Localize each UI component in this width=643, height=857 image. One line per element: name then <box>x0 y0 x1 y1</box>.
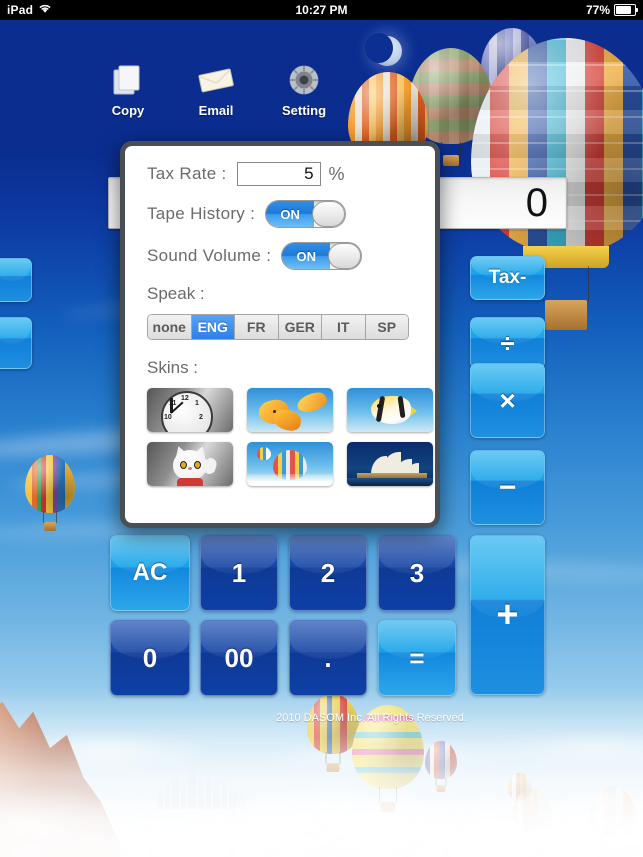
equals-button[interactable]: = <box>378 620 456 696</box>
digit-00-button[interactable]: 00 <box>200 620 278 696</box>
skins-grid: 12 11 10 1 2 <box>147 388 433 486</box>
hidden-left-button[interactable] <box>0 317 32 369</box>
skin-option-clock[interactable]: 12 11 10 1 2 <box>147 388 233 432</box>
battery-icon <box>614 4 638 16</box>
digit-1-button[interactable]: 1 <box>200 535 278 611</box>
digit-3-button[interactable]: 3 <box>378 535 456 611</box>
toolbar-item-label: Email <box>198 103 234 118</box>
battery-percent-label: 77% <box>585 3 610 17</box>
tape-history-toggle[interactable]: ON <box>265 200 347 228</box>
toolbar-item-copy[interactable]: Copy <box>100 60 156 118</box>
tax-rate-input[interactable]: 5 <box>236 162 321 186</box>
sound-volume-toggle-state: ON <box>282 243 331 269</box>
equals-label: = <box>409 642 425 673</box>
envelope-icon <box>196 60 236 100</box>
plus-label: + <box>496 593 519 636</box>
speak-label: Speak : <box>147 284 205 303</box>
tape-history-label: Tape History : <box>147 204 256 223</box>
display-value: 0 <box>525 180 548 225</box>
tax-rate-label: Tax Rate : <box>147 164 227 183</box>
status-bar-right: 77% <box>585 0 638 20</box>
settings-panel: Tax Rate : 5 % Tape History : ON Sound V… <box>120 141 440 528</box>
toolbar-item-setting[interactable]: Setting <box>276 60 332 118</box>
tax-rate-unit: % <box>328 163 345 184</box>
ipad-calculator-screen: iPad 10:27 PM 77% Copy Email Setting 0 T… <box>0 0 643 857</box>
tax-minus-button[interactable]: Tax- <box>470 256 545 300</box>
sound-volume-toggle[interactable]: ON <box>281 242 363 270</box>
balloon-graphic <box>25 455 75 531</box>
skin-option-fish[interactable] <box>347 388 433 432</box>
speak-option-ger[interactable]: GER <box>278 315 322 339</box>
divide-button[interactable]: ÷ <box>470 317 545 369</box>
skin-option-opera-house[interactable] <box>347 442 433 486</box>
tape-history-row: Tape History : ON <box>147 200 413 228</box>
moon-graphic <box>365 33 402 66</box>
multiply-button[interactable]: × <box>470 363 545 438</box>
divide-label: ÷ <box>500 327 515 358</box>
digit-00-label: 00 <box>224 642 254 673</box>
speak-option-eng[interactable]: ENG <box>191 315 235 339</box>
footer-copyright: 2010 DASOM Inc. All Rights Reserved. <box>0 712 643 724</box>
speak-option-it[interactable]: IT <box>322 315 366 339</box>
sound-volume-label: Sound Volume : <box>147 246 272 265</box>
digit-2-label: 2 <box>320 557 336 588</box>
status-bar-clock: 10:27 PM <box>0 0 643 20</box>
digit-2-button[interactable]: 2 <box>289 535 367 611</box>
speak-option-sp[interactable]: SP <box>365 315 408 339</box>
minus-button[interactable]: − <box>470 450 545 525</box>
toggle-knob <box>328 243 362 269</box>
speak-option-fr[interactable]: FR <box>235 315 279 339</box>
tax-rate-row: Tax Rate : 5 % <box>147 162 413 186</box>
toggle-knob <box>312 201 346 227</box>
hidden-left-button[interactable] <box>0 258 32 302</box>
toolbar-item-label: Setting <box>281 103 327 118</box>
toolbar-item-label: Copy <box>111 103 145 118</box>
tax-rate-value: 5 <box>304 164 314 183</box>
skin-option-butterfly[interactable] <box>247 388 333 432</box>
decimal-point-button[interactable]: . <box>289 620 367 696</box>
digit-0-label: 0 <box>142 642 158 673</box>
skins-label: Skins : <box>147 358 199 377</box>
skin-option-lucky-cat[interactable] <box>147 442 233 486</box>
speak-language-segmented-control: none ENG FR GER IT SP <box>147 314 409 340</box>
gear-icon <box>287 60 321 100</box>
status-bar: iPad 10:27 PM 77% <box>0 0 643 20</box>
copyright-text: 2010 DASOM Inc. All Rights Reserved. <box>276 712 467 724</box>
clock-time: 10:27 PM <box>295 3 348 17</box>
skin-option-balloons[interactable] <box>247 442 333 486</box>
multiply-label: × <box>499 384 516 416</box>
minus-label: − <box>498 470 517 504</box>
decimal-point-label: . <box>324 642 332 673</box>
digit-0-button[interactable]: 0 <box>110 620 190 696</box>
tape-history-toggle-state: ON <box>266 201 315 227</box>
copy-pages-icon <box>110 60 146 100</box>
plus-button[interactable]: + <box>470 535 545 695</box>
ac-label: AC <box>132 559 168 586</box>
sound-volume-row: Sound Volume : ON <box>147 242 413 270</box>
digit-3-label: 3 <box>409 557 425 588</box>
toolbar-item-email[interactable]: Email <box>188 60 244 118</box>
ac-button[interactable]: AC <box>110 535 190 611</box>
speak-option-none[interactable]: none <box>148 315 192 339</box>
digit-1-label: 1 <box>231 557 247 588</box>
tax-minus-label: Tax- <box>488 267 527 288</box>
toolbar: Copy Email Setting <box>100 60 332 118</box>
